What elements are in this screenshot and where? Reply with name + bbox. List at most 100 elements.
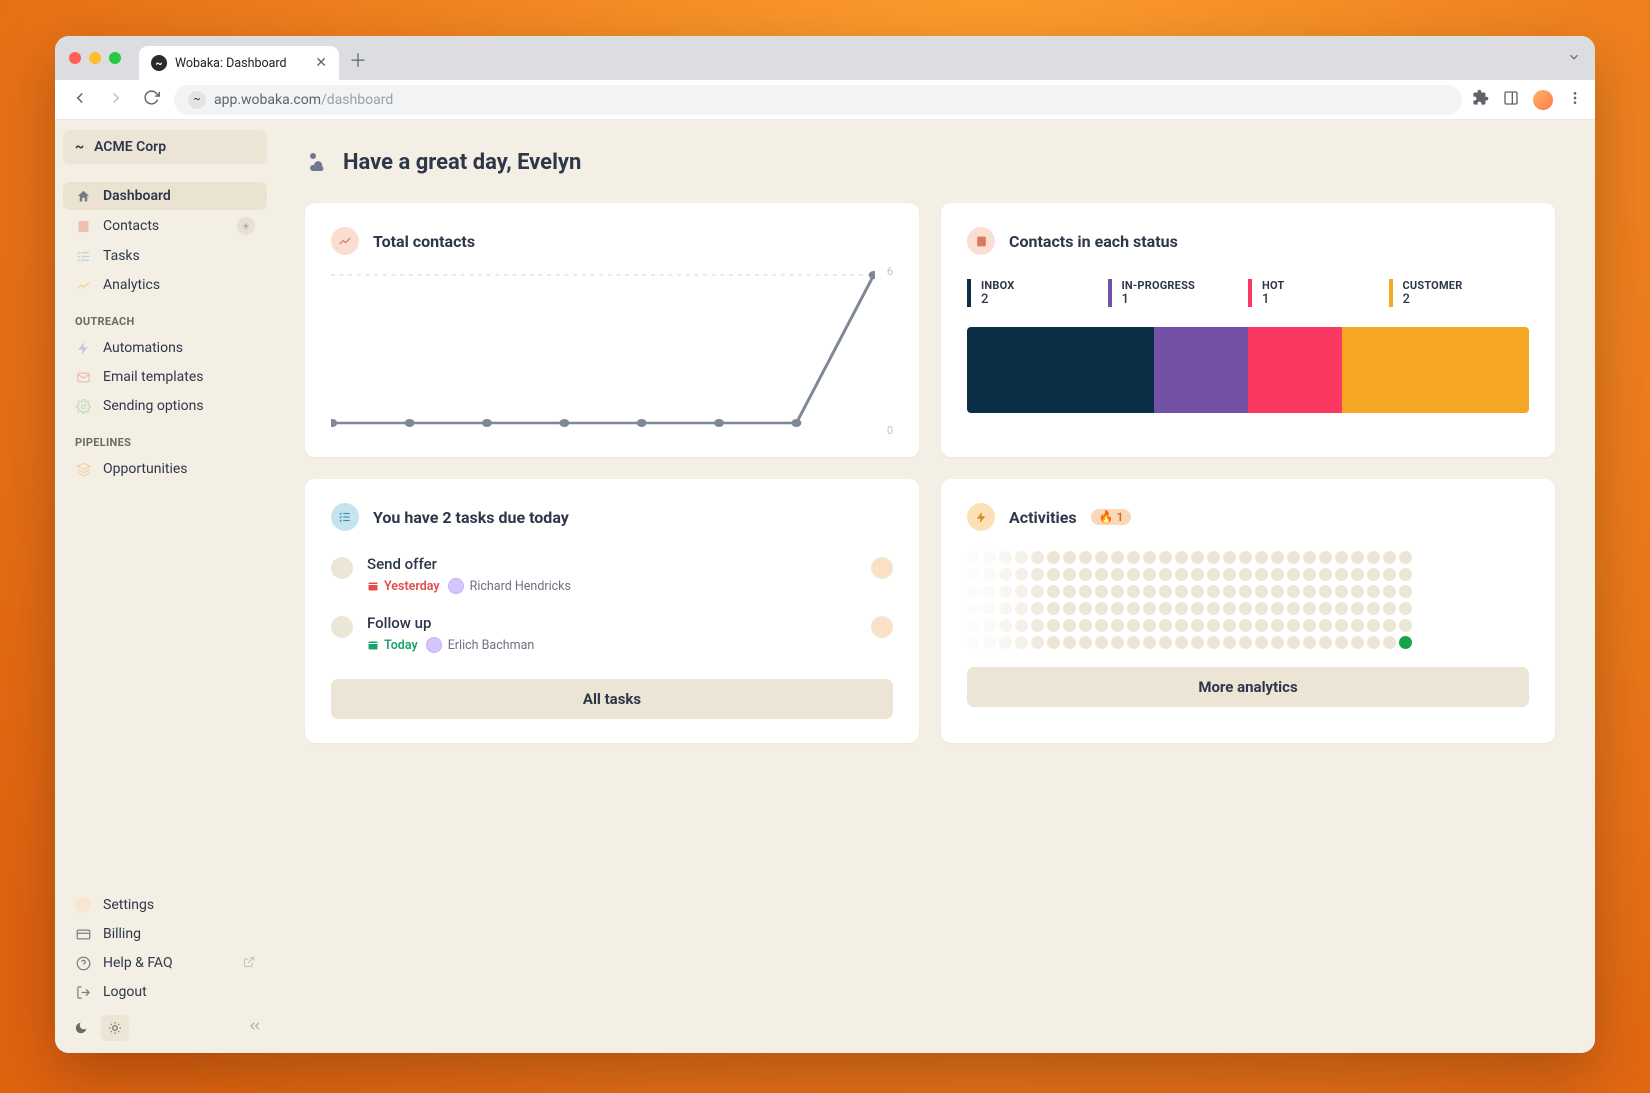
nav-analytics[interactable]: Analytics: [63, 271, 267, 299]
activity-dot: [1127, 568, 1140, 581]
nav-contacts[interactable]: Contacts +: [63, 211, 267, 241]
nav-label: Opportunities: [103, 461, 188, 477]
window-controls[interactable]: [69, 52, 121, 64]
nav-billing[interactable]: Billing: [63, 920, 267, 948]
browser-toolbar: ~ app.wobaka.com/dashboard: [55, 80, 1595, 120]
nav-automations[interactable]: Automations: [63, 334, 267, 362]
status-cell[interactable]: HOT1: [1248, 279, 1389, 307]
activity-dot: [1159, 602, 1172, 615]
more-analytics-button[interactable]: More analytics: [967, 667, 1529, 707]
task-row[interactable]: Follow upTodayErlich Bachman: [331, 604, 893, 663]
activity-dot: [1031, 602, 1044, 615]
status-cell[interactable]: CUSTOMER2: [1389, 279, 1530, 307]
browser-tabstrip: ~ Wobaka: Dashboard ✕ ＋: [55, 36, 1595, 80]
task-contact[interactable]: Erlich Bachman: [426, 637, 535, 653]
activity-dot: [1191, 568, 1204, 581]
activity-dot: [1063, 602, 1076, 615]
activity-row: [967, 602, 1529, 615]
collapse-sidebar-icon[interactable]: [247, 1018, 263, 1038]
activity-dot: [1159, 619, 1172, 632]
panel-icon[interactable]: [1503, 90, 1519, 110]
activity-dot: [1271, 636, 1284, 649]
activity-dot: [1207, 636, 1220, 649]
activity-dot: [1111, 585, 1124, 598]
activity-dot: [1191, 551, 1204, 564]
gear-icon: [75, 399, 91, 414]
contact-avatar-icon: [448, 578, 464, 594]
task-title: Send offer: [367, 555, 857, 573]
status-label: HOT: [1262, 279, 1389, 292]
activity-dot: [983, 619, 996, 632]
status-cell[interactable]: IN-PROGRESS1: [1108, 279, 1249, 307]
activity-dot: [1223, 636, 1236, 649]
all-tasks-button[interactable]: All tasks: [331, 679, 893, 719]
org-switcher[interactable]: ~ ACME Corp: [63, 130, 267, 164]
extensions-icon[interactable]: [1472, 89, 1489, 110]
theme-light-button[interactable]: [101, 1015, 129, 1041]
activity-dot: [1287, 568, 1300, 581]
nav-email-templates[interactable]: Email templates: [63, 363, 267, 391]
activity-dot: [999, 602, 1012, 615]
activity-dot: [1143, 619, 1156, 632]
tab-close-icon[interactable]: ✕: [315, 55, 327, 71]
tab-favicon: ~: [151, 55, 167, 71]
activity-dot: [1271, 602, 1284, 615]
sidebar-bottom: Settings Billing Help & FAQ Logout: [63, 891, 267, 1043]
activity-dot: [1239, 568, 1252, 581]
activity-dot: [1255, 585, 1268, 598]
back-button[interactable]: [67, 85, 93, 115]
forward-button[interactable]: [103, 85, 129, 115]
activity-dot: [1271, 568, 1284, 581]
activity-dot: [1223, 602, 1236, 615]
nav-sending-options[interactable]: Sending options: [63, 392, 267, 420]
activity-dot: [1383, 568, 1396, 581]
new-tab-button[interactable]: ＋: [349, 47, 367, 73]
task-contact[interactable]: Richard Hendricks: [448, 578, 571, 594]
task-assignee-avatar[interactable]: [871, 557, 893, 579]
activity-dot: [1335, 619, 1348, 632]
activity-dot: [1367, 602, 1380, 615]
task-assignee-avatar[interactable]: [871, 616, 893, 638]
activity-row: [967, 619, 1529, 632]
activity-row: [967, 636, 1529, 649]
activity-dot: [1319, 602, 1332, 615]
sidebar: ~ ACME Corp Dashboard Contacts + Tasks: [55, 120, 275, 1053]
browser-menu-icon[interactable]: [1567, 90, 1583, 110]
activity-dot: [1111, 619, 1124, 632]
nav-dashboard[interactable]: Dashboard: [63, 182, 267, 210]
activity-dot: [1063, 551, 1076, 564]
minimize-window-icon[interactable]: [89, 52, 101, 64]
theme-dark-button[interactable]: [67, 1015, 95, 1041]
reload-button[interactable]: [139, 85, 164, 114]
nav-help[interactable]: Help & FAQ: [63, 949, 267, 977]
url-bar[interactable]: ~ app.wobaka.com/dashboard: [174, 85, 1462, 115]
activity-dot: [1239, 602, 1252, 615]
browser-tab[interactable]: ~ Wobaka: Dashboard ✕: [139, 46, 339, 80]
nav-opportunities[interactable]: Opportunities: [63, 455, 267, 483]
task-checkbox[interactable]: [331, 616, 353, 638]
site-info-icon[interactable]: ~: [188, 91, 206, 109]
activity-dot: [1223, 551, 1236, 564]
activity-dot: [1063, 619, 1076, 632]
maximize-window-icon[interactable]: [109, 52, 121, 64]
activity-dot: [1047, 636, 1060, 649]
activity-dot: [983, 585, 996, 598]
nav-settings[interactable]: Settings: [63, 891, 267, 919]
close-window-icon[interactable]: [69, 52, 81, 64]
activity-dot: [1159, 551, 1172, 564]
tabs-overflow-icon[interactable]: [1567, 49, 1581, 68]
task-checkbox[interactable]: [331, 557, 353, 579]
nav-tasks[interactable]: Tasks: [63, 242, 267, 270]
mail-icon: [75, 370, 91, 385]
activity-dot: [1287, 551, 1300, 564]
nav-logout[interactable]: Logout: [63, 978, 267, 1006]
total-contacts-chart: 6 0: [331, 269, 893, 433]
task-row[interactable]: Send offerYesterdayRichard Hendricks: [331, 545, 893, 604]
status-cell[interactable]: INBOX2: [967, 279, 1108, 307]
add-contact-badge[interactable]: +: [237, 217, 255, 235]
line-chart-svg: [331, 269, 875, 429]
profile-avatar[interactable]: [1533, 90, 1553, 110]
activity-dot: [967, 602, 980, 615]
activity-dot: [967, 568, 980, 581]
bolt-icon: [967, 503, 995, 531]
